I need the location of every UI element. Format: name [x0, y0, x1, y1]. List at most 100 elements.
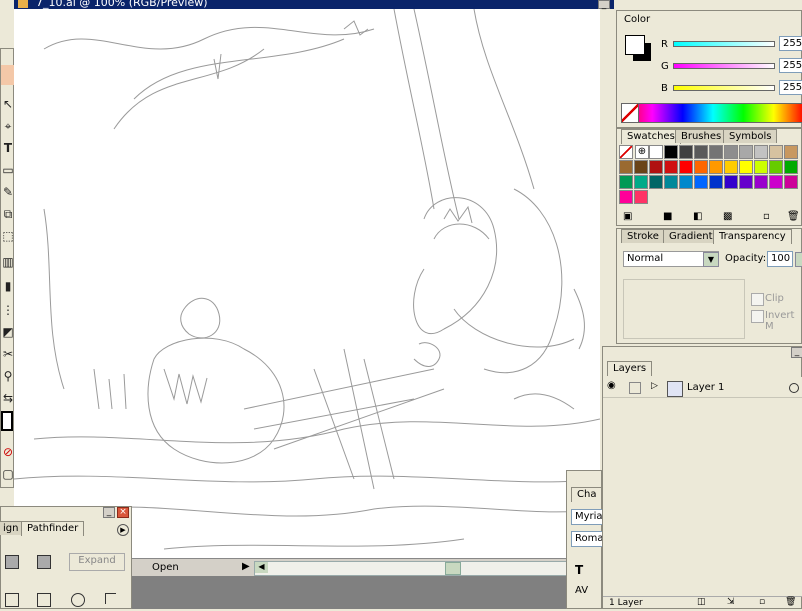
tab-gradient[interactable]: Gradient [663, 229, 719, 243]
swatch-color[interactable] [709, 145, 723, 159]
none-color-spectrum-icon[interactable] [621, 103, 639, 123]
make-clipping-mask-icon[interactable]: ◫ [697, 597, 706, 607]
swatch-color[interactable] [784, 175, 798, 189]
tab-character[interactable]: Cha [571, 487, 603, 502]
swap-colors-icon[interactable]: ⇆ [1, 391, 15, 405]
swatch-none[interactable] [619, 145, 633, 159]
divide-icon[interactable] [5, 593, 19, 607]
zoom-tool-icon[interactable]: ⚲ [1, 369, 15, 383]
swatch-color[interactable] [784, 145, 798, 159]
document-minimize-button[interactable]: _ [598, 0, 610, 10]
new-layer-icon[interactable]: ▫ [759, 597, 765, 607]
swatch-color[interactable] [709, 175, 723, 189]
expand-button[interactable]: Expand [69, 553, 125, 571]
swatch-color[interactable] [679, 145, 693, 159]
status-menu-arrow-icon[interactable]: ▶ [242, 561, 250, 572]
stroke-fill-indicator[interactable] [1, 411, 13, 431]
blend-tool-icon[interactable]: ⋮ [1, 303, 15, 317]
tab-color[interactable]: Color [619, 13, 655, 28]
minus-front-icon[interactable] [37, 555, 51, 569]
swatch-color[interactable] [694, 145, 708, 159]
channel-g-slider[interactable] [673, 63, 775, 69]
screen-mode-icon[interactable]: ▢ [1, 467, 15, 481]
swatch-color[interactable] [754, 160, 768, 174]
layer-visibility-eye-icon[interactable]: ◉ [607, 380, 616, 391]
layer-expand-triangle-icon[interactable]: ▷ [651, 381, 658, 391]
gradient-tool-icon[interactable]: ▮ [1, 279, 15, 293]
lasso-tool-icon[interactable]: ⌖ [1, 119, 15, 133]
tab-brushes[interactable]: Brushes [675, 129, 728, 143]
channel-b-slider[interactable] [673, 85, 775, 91]
tab-transparency[interactable]: Transparency [713, 229, 792, 244]
layer-name[interactable]: Layer 1 [687, 382, 724, 393]
layer-target-icon[interactable] [789, 383, 799, 393]
new-swatch-icon[interactable]: ▫ [763, 211, 770, 222]
tab-pathfinder[interactable]: Pathfinder [21, 521, 85, 536]
delete-layer-icon[interactable]: 🗑 [785, 597, 796, 607]
channel-r-slider[interactable] [673, 41, 775, 47]
font-family-field[interactable]: Myria [571, 509, 603, 525]
rectangle-tool-icon[interactable]: ▭ [1, 163, 15, 177]
color-spectrum-bar[interactable] [621, 103, 802, 123]
show-color-swatches-icon[interactable]: ■ [663, 211, 672, 222]
swatch-color[interactable] [649, 175, 663, 189]
swatch-color[interactable] [769, 160, 783, 174]
free-transform-tool-icon[interactable]: ⬚ [1, 229, 15, 243]
swatch-color[interactable] [724, 160, 738, 174]
artboard-canvas[interactable] [14, 9, 600, 558]
pathfinder-minimize-button[interactable]: _ [103, 507, 115, 518]
graph-tool-icon[interactable]: ▥ [1, 255, 15, 269]
scissors-tool-icon[interactable]: ✂ [1, 347, 15, 361]
unite-icon[interactable] [5, 555, 19, 569]
scroll-thumb[interactable] [445, 562, 461, 575]
swatch-color[interactable] [679, 160, 693, 174]
swatch-color[interactable] [784, 160, 798, 174]
layers-minimize-button[interactable]: _ [791, 347, 802, 358]
opacity-field[interactable]: 100 [767, 251, 793, 267]
swatch-color[interactable] [664, 160, 678, 174]
swatch-color[interactable] [694, 160, 708, 174]
swatch-color[interactable] [619, 190, 633, 204]
swatch-color[interactable] [724, 175, 738, 189]
swatch-color[interactable] [664, 145, 678, 159]
swatch-color[interactable] [664, 175, 678, 189]
swatch-color[interactable] [694, 175, 708, 189]
channel-g-value[interactable]: 255 [779, 58, 802, 73]
blend-mode-dropdown-icon[interactable]: ▼ [703, 252, 719, 267]
tab-symbols[interactable]: Symbols [723, 129, 778, 143]
swatch-color[interactable] [724, 145, 738, 159]
invert-mask-checkbox[interactable] [751, 310, 764, 323]
document-title-bar[interactable]: 7_10.ai @ 100% (RGB/Preview) [14, 0, 614, 9]
swatch-color[interactable] [649, 160, 663, 174]
scroll-left-arrow-icon[interactable]: ◀ [255, 562, 268, 573]
pathfinder-menu-icon[interactable]: ▶ [117, 524, 129, 536]
swatch-color[interactable] [634, 175, 648, 189]
opacity-dropdown-icon[interactable] [795, 252, 802, 267]
tab-stroke[interactable]: Stroke [621, 229, 665, 243]
slice-tool-icon[interactable]: ◩ [1, 325, 15, 339]
create-sublayer-icon[interactable]: ⇲ [727, 597, 735, 607]
swatch-color[interactable] [739, 145, 753, 159]
none-color-icon[interactable]: ⊘ [1, 445, 15, 459]
swatch-color[interactable] [634, 160, 648, 174]
selection-tool-icon[interactable]: ↖ [1, 97, 15, 111]
swatch-color[interactable] [739, 160, 753, 174]
pencil-tool-icon[interactable]: ✎ [1, 185, 15, 199]
type-tool-icon[interactable]: T [1, 141, 15, 155]
layer-lock-toggle[interactable] [629, 382, 641, 394]
swatch-color[interactable] [739, 175, 753, 189]
show-pattern-swatches-icon[interactable]: ▩ [723, 211, 732, 222]
merge-icon[interactable] [71, 593, 85, 607]
swatch-color[interactable] [754, 175, 768, 189]
crop-icon[interactable] [105, 593, 116, 604]
swatch-color[interactable] [754, 145, 768, 159]
tab-swatches[interactable]: Swatches [621, 129, 681, 144]
swatch-color[interactable] [769, 175, 783, 189]
font-style-field[interactable]: Roma [571, 531, 604, 547]
swatch-color[interactable] [649, 145, 663, 159]
show-gradient-swatches-icon[interactable]: ◧ [693, 211, 702, 222]
channel-b-value[interactable]: 255 [779, 80, 802, 95]
delete-swatch-icon[interactable]: 🗑 [787, 211, 800, 222]
tab-layers[interactable]: Layers [607, 361, 653, 376]
swatch-color[interactable] [634, 190, 648, 204]
